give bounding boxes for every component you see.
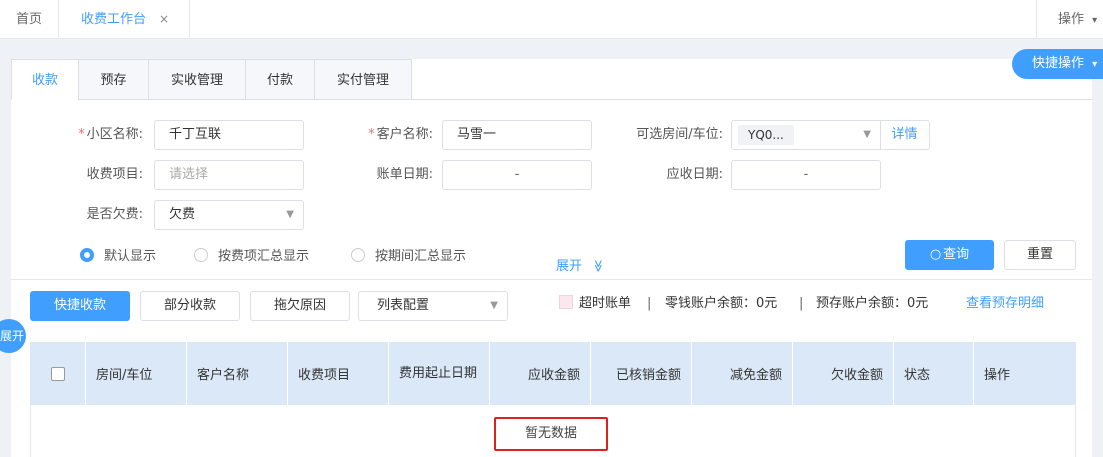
- radio-dot-icon: [194, 248, 208, 262]
- bill-date-label: 账单日期:: [376, 167, 433, 182]
- charge-item-select[interactable]: 请选择: [154, 160, 304, 190]
- arrears-reason-button[interactable]: 拖欠原因: [250, 291, 350, 321]
- divider: [11, 279, 1092, 280]
- separator: |: [799, 296, 804, 311]
- double-chevron-down-icon: ≫: [591, 259, 606, 273]
- room-select[interactable]: YQ0... ▼: [731, 120, 881, 150]
- radio-default-display[interactable]: 默认显示: [80, 247, 156, 267]
- tab-charge-workbench-label: 收费工作台: [81, 12, 147, 27]
- radio-dot-icon: [80, 248, 94, 262]
- quick-collect-button[interactable]: 快捷收款: [30, 291, 130, 321]
- customer-input[interactable]: 马雪一: [442, 120, 592, 150]
- caret-down-icon: ▼: [490, 300, 498, 311]
- col-written-off: 已核销金额: [591, 342, 692, 405]
- subtab-payment[interactable]: 付款: [245, 59, 315, 100]
- main-card: 收款 预存 实收管理 付款 实付管理 * 小区名称: 千丁互联 * 客户名称: 马雪…: [11, 59, 1092, 457]
- query-button[interactable]: ○ 查询: [905, 240, 994, 270]
- community-label: * 小区名称:: [78, 127, 143, 142]
- change-balance: 零钱账户余额：0元: [665, 296, 778, 311]
- due-date-range[interactable]: -: [731, 160, 881, 190]
- arrears-label: 是否欠费:: [86, 207, 143, 222]
- tab-charge-workbench[interactable]: 收费工作台 ×: [59, 0, 190, 39]
- select-all-checkbox[interactable]: [50, 366, 65, 381]
- subtab-collect[interactable]: 收款: [11, 59, 79, 100]
- room-label: 可选房间/车位:: [636, 127, 723, 142]
- separator: |: [647, 296, 652, 311]
- partial-collect-button[interactable]: 部分收款: [140, 291, 240, 321]
- arrears-value: 欠费: [169, 207, 196, 222]
- radio-by-period-display[interactable]: 按期间汇总显示: [351, 247, 466, 267]
- subtab-prepay[interactable]: 预存: [78, 59, 149, 100]
- top-tab-bar: 首页 收费工作台 × 操作 ▾: [0, 0, 1103, 39]
- room-chip[interactable]: YQ0...: [738, 125, 794, 145]
- radio-dot-icon: [351, 248, 365, 262]
- empty-state: 暂无数据: [494, 417, 608, 451]
- select-all-cell: [30, 342, 86, 405]
- arrears-select[interactable]: 欠费 ▼: [154, 200, 304, 230]
- close-icon[interactable]: ×: [159, 0, 169, 39]
- caret-down-icon: ▼: [286, 209, 294, 220]
- reset-button[interactable]: 重置: [1004, 240, 1076, 270]
- charge-item-label: 收费项目:: [86, 167, 143, 182]
- caret-down-icon: ▼: [863, 129, 871, 140]
- subtab-paid-mgmt[interactable]: 实付管理: [314, 59, 412, 100]
- list-config-select[interactable]: 列表配置 ▼: [358, 291, 508, 321]
- due-date-label: 应收日期:: [666, 167, 723, 182]
- col-charge-item: 收费项目: [288, 342, 389, 405]
- expand-toggle[interactable]: 展开 ≫: [556, 255, 605, 274]
- col-customer: 客户名称: [187, 342, 288, 405]
- room-detail-button[interactable]: 详情: [880, 120, 930, 150]
- table-header: 房间/车位 客户名称 收费项目 费用起止日期 应收金额 已核销金额 减免金额 欠…: [30, 342, 1076, 405]
- caret-down-icon: ▾: [1092, 15, 1098, 26]
- radio-by-item-display[interactable]: 按费项汇总显示: [194, 247, 309, 267]
- operations-menu[interactable]: 操作 ▾: [1036, 0, 1103, 39]
- col-receivable: 应收金额: [490, 342, 591, 405]
- quick-operation-button[interactable]: 快捷操作 ▾: [1012, 49, 1103, 79]
- customer-label: * 客户名称:: [368, 127, 433, 142]
- caret-down-icon: ▾: [1092, 59, 1098, 70]
- tab-home[interactable]: 首页: [0, 0, 59, 39]
- search-icon: ○: [929, 247, 942, 262]
- subtab-baseline: [412, 99, 1092, 100]
- subtab-received-mgmt[interactable]: 实收管理: [148, 59, 246, 100]
- col-reduced: 减免金额: [692, 342, 793, 405]
- col-room: 房间/车位: [86, 342, 187, 405]
- prepaid-balance: 预存账户余额：0元: [816, 296, 929, 311]
- col-date-range: 费用起止日期: [389, 342, 490, 405]
- col-owed: 欠收金额: [793, 342, 894, 405]
- overdue-swatch: [559, 295, 573, 309]
- bill-date-range[interactable]: -: [442, 160, 592, 190]
- view-prepaid-link[interactable]: 查看预存明细: [966, 294, 1044, 314]
- table-body: 暂无数据: [30, 405, 1076, 457]
- col-actions: 操作: [984, 368, 1011, 383]
- col-status: 状态: [894, 342, 974, 405]
- overdue-legend: 超时账单: [559, 294, 631, 314]
- community-input[interactable]: 千丁互联: [154, 120, 304, 150]
- operations-label: 操作: [1058, 12, 1085, 27]
